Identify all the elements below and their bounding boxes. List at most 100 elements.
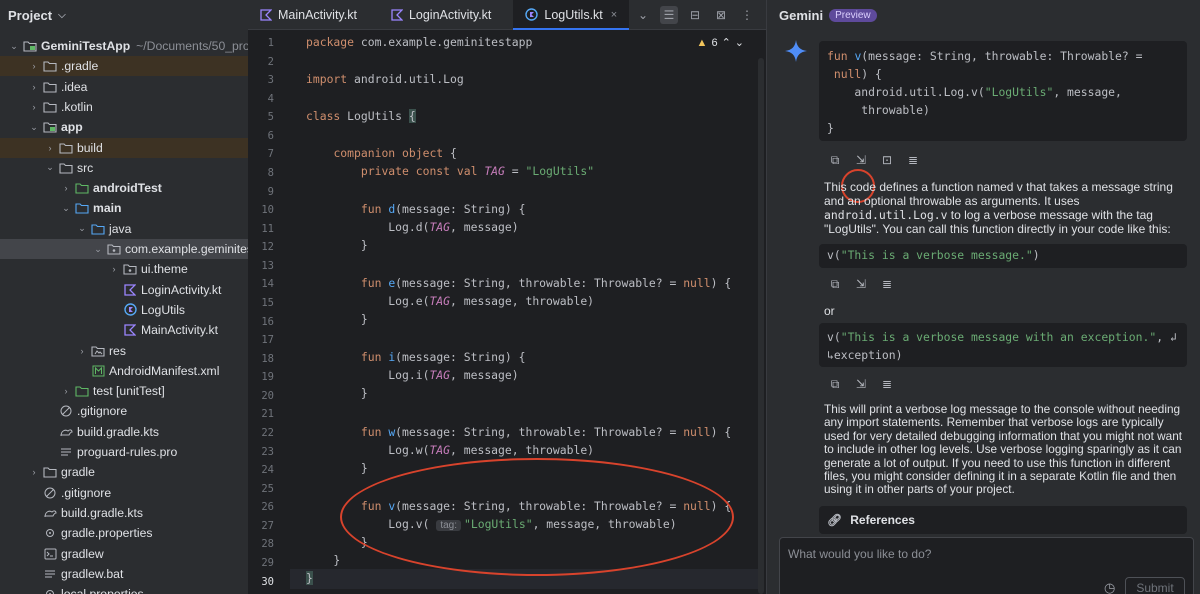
tree-item[interactable]: .gitignore bbox=[0, 401, 248, 421]
tree-item[interactable]: › ui.theme bbox=[0, 259, 248, 279]
tree-item[interactable]: ⌄ com.example.geminitesta bbox=[0, 239, 248, 259]
tree-item[interactable]: ⌄ main bbox=[0, 198, 248, 218]
chevron-right-icon[interactable]: › bbox=[76, 346, 88, 356]
chevron-down-icon[interactable]: ⌄ bbox=[44, 162, 56, 173]
chevron-down-icon[interactable]: ⌄ bbox=[28, 122, 40, 133]
chevron-down-icon[interactable]: ⌄ bbox=[60, 203, 72, 214]
explain-icon[interactable]: ≣ bbox=[879, 376, 895, 392]
insert-at-cursor-icon[interactable]: ⇲ bbox=[853, 276, 869, 292]
chevron-right-icon[interactable]: › bbox=[28, 467, 40, 477]
chevron-right-icon[interactable]: › bbox=[28, 82, 40, 92]
chevron-down-icon[interactable]: ⌄ bbox=[634, 6, 652, 24]
tree-item[interactable]: LogUtils bbox=[0, 300, 248, 320]
tab-logutils[interactable]: LogUtils.kt × bbox=[513, 0, 630, 30]
tree-item[interactable]: › .gradle bbox=[0, 56, 248, 77]
code-snippet[interactable]: v("This is a verbose message.") bbox=[819, 244, 1187, 268]
line-number: 28 bbox=[261, 538, 274, 551]
line-number: 16 bbox=[261, 315, 274, 328]
tree-item-label: build.gradle.kts bbox=[61, 505, 143, 520]
prompt-input[interactable]: What would you like to do? ◷ Submit bbox=[779, 537, 1194, 594]
chevron-right-icon[interactable]: › bbox=[60, 386, 72, 396]
tree-item[interactable]: ⌄ src bbox=[0, 158, 248, 178]
chevron-right-icon[interactable]: › bbox=[28, 61, 40, 71]
tree-item[interactable]: LoginActivity.kt bbox=[0, 280, 248, 300]
tree-item[interactable]: gradlew.bat bbox=[0, 564, 248, 584]
line-number: 9 bbox=[267, 185, 274, 198]
tree-item-label: gradlew.bat bbox=[61, 566, 124, 581]
chevron-right-icon[interactable]: › bbox=[108, 264, 120, 274]
tree-item[interactable]: ⌄ java bbox=[0, 219, 248, 239]
copy-icon[interactable]: ⧉ bbox=[827, 276, 843, 292]
prompt-placeholder: What would you like to do? bbox=[788, 547, 932, 561]
tree-item-label: AndroidManifest.xml bbox=[109, 363, 220, 378]
tree-item[interactable]: proguard-rules.pro bbox=[0, 442, 248, 462]
line-number: 4 bbox=[267, 92, 274, 105]
insert-at-cursor-icon[interactable]: ⇲ bbox=[853, 152, 869, 168]
tree-item[interactable]: › res bbox=[0, 341, 248, 361]
code-snippet[interactable]: fun v(message: String, throwable: Throwa… bbox=[819, 41, 1187, 141]
terminal-file-icon bbox=[43, 548, 57, 560]
editor-scrollbar[interactable] bbox=[758, 58, 764, 594]
line-number: 14 bbox=[261, 278, 274, 291]
tab-mainactivity[interactable]: MainActivity.kt bbox=[248, 0, 369, 29]
tree-item[interactable]: › androidTest bbox=[0, 178, 248, 198]
tree-item[interactable]: MainActivity.kt bbox=[0, 320, 248, 340]
tree-item[interactable]: AndroidManifest.xml bbox=[0, 361, 248, 381]
code-line: class LogUtils { bbox=[306, 109, 416, 123]
tree-item[interactable]: › build bbox=[0, 137, 248, 158]
project-title[interactable]: Project bbox=[8, 8, 52, 23]
tree-item[interactable]: build.gradle.kts bbox=[0, 422, 248, 442]
code-snippet[interactable]: v("This is a verbose message with an exc… bbox=[819, 323, 1187, 367]
tree-item[interactable]: ⌄ app bbox=[0, 117, 248, 137]
tree-item[interactable]: › .idea bbox=[0, 77, 248, 97]
copy-icon[interactable]: ⧉ bbox=[827, 152, 843, 168]
references-section[interactable]: 🔗︎ References bbox=[819, 506, 1187, 534]
tree-item-label: androidTest bbox=[93, 181, 162, 196]
tree-item-label: local.properties bbox=[61, 587, 144, 594]
line-number: 26 bbox=[261, 501, 274, 514]
tree-item[interactable]: local.properties bbox=[0, 584, 248, 594]
code-area[interactable]: package com.example.geminitestapp import… bbox=[306, 31, 761, 594]
submit-button[interactable]: Submit bbox=[1125, 577, 1185, 594]
chevron-down-icon[interactable]: ⌄ bbox=[76, 223, 88, 234]
tree-item[interactable]: build.gradle.kts bbox=[0, 503, 248, 523]
chevron-up-icon[interactable]: ⌃ bbox=[722, 36, 731, 49]
split-view-icon[interactable]: ⊟ bbox=[686, 6, 704, 24]
warning-indicator[interactable]: ▲ 6 ⌃ ⌄ bbox=[697, 36, 744, 50]
explain-icon[interactable]: ≣ bbox=[905, 152, 921, 168]
chevron-right-icon[interactable]: › bbox=[60, 183, 72, 193]
chevron-down-icon[interactable]: ⌄ bbox=[8, 41, 20, 52]
snippet-actions: ⧉ ⇲ ⊡ ≣ bbox=[827, 152, 921, 168]
code-view-icon[interactable]: ☰ bbox=[660, 5, 678, 24]
kotlin-file-icon bbox=[123, 324, 137, 336]
tree-item[interactable]: gradlew bbox=[0, 544, 248, 564]
tree-item[interactable]: › gradle bbox=[0, 462, 248, 482]
chevron-right-icon[interactable]: › bbox=[44, 143, 56, 153]
tree-item[interactable]: › .kotlin bbox=[0, 97, 248, 117]
chevron-down-icon[interactable]: ⌵ bbox=[58, 10, 66, 21]
tab-loginactivity[interactable]: LoginActivity.kt bbox=[369, 0, 503, 29]
tree-item[interactable]: ⌄ GeminiTestApp ~/Documents/50_proje bbox=[0, 36, 248, 56]
package-icon bbox=[123, 263, 137, 275]
tree-item-label: app bbox=[61, 120, 83, 135]
preview-icon[interactable]: ⊠ bbox=[712, 6, 730, 24]
tree-item[interactable]: gradle.properties bbox=[0, 523, 248, 543]
tree-item-label: ui.theme bbox=[141, 262, 188, 277]
chevron-down-icon[interactable]: ⌄ bbox=[92, 244, 104, 255]
chevron-right-icon[interactable]: › bbox=[28, 102, 40, 112]
project-header[interactable]: Project ⌵ bbox=[0, 0, 248, 30]
history-icon[interactable]: ◷ bbox=[1104, 580, 1115, 594]
more-icon[interactable]: ⋮ bbox=[738, 6, 756, 24]
tree-item[interactable]: › test [unitTest] bbox=[0, 381, 248, 401]
chevron-down-icon[interactable]: ⌄ bbox=[735, 36, 744, 49]
code-line: } bbox=[306, 571, 313, 585]
tree-item[interactable]: .gitignore bbox=[0, 483, 248, 503]
new-file-icon[interactable]: ⊡ bbox=[879, 152, 895, 168]
copy-icon[interactable]: ⧉ bbox=[827, 376, 843, 392]
code-line: } bbox=[306, 553, 341, 567]
insert-at-cursor-icon[interactable]: ⇲ bbox=[853, 376, 869, 392]
close-icon[interactable]: × bbox=[611, 9, 617, 21]
explain-icon[interactable]: ≣ bbox=[879, 276, 895, 292]
tree-item-label: proguard-rules.pro bbox=[77, 445, 178, 459]
kotlin-file-icon bbox=[391, 8, 403, 21]
